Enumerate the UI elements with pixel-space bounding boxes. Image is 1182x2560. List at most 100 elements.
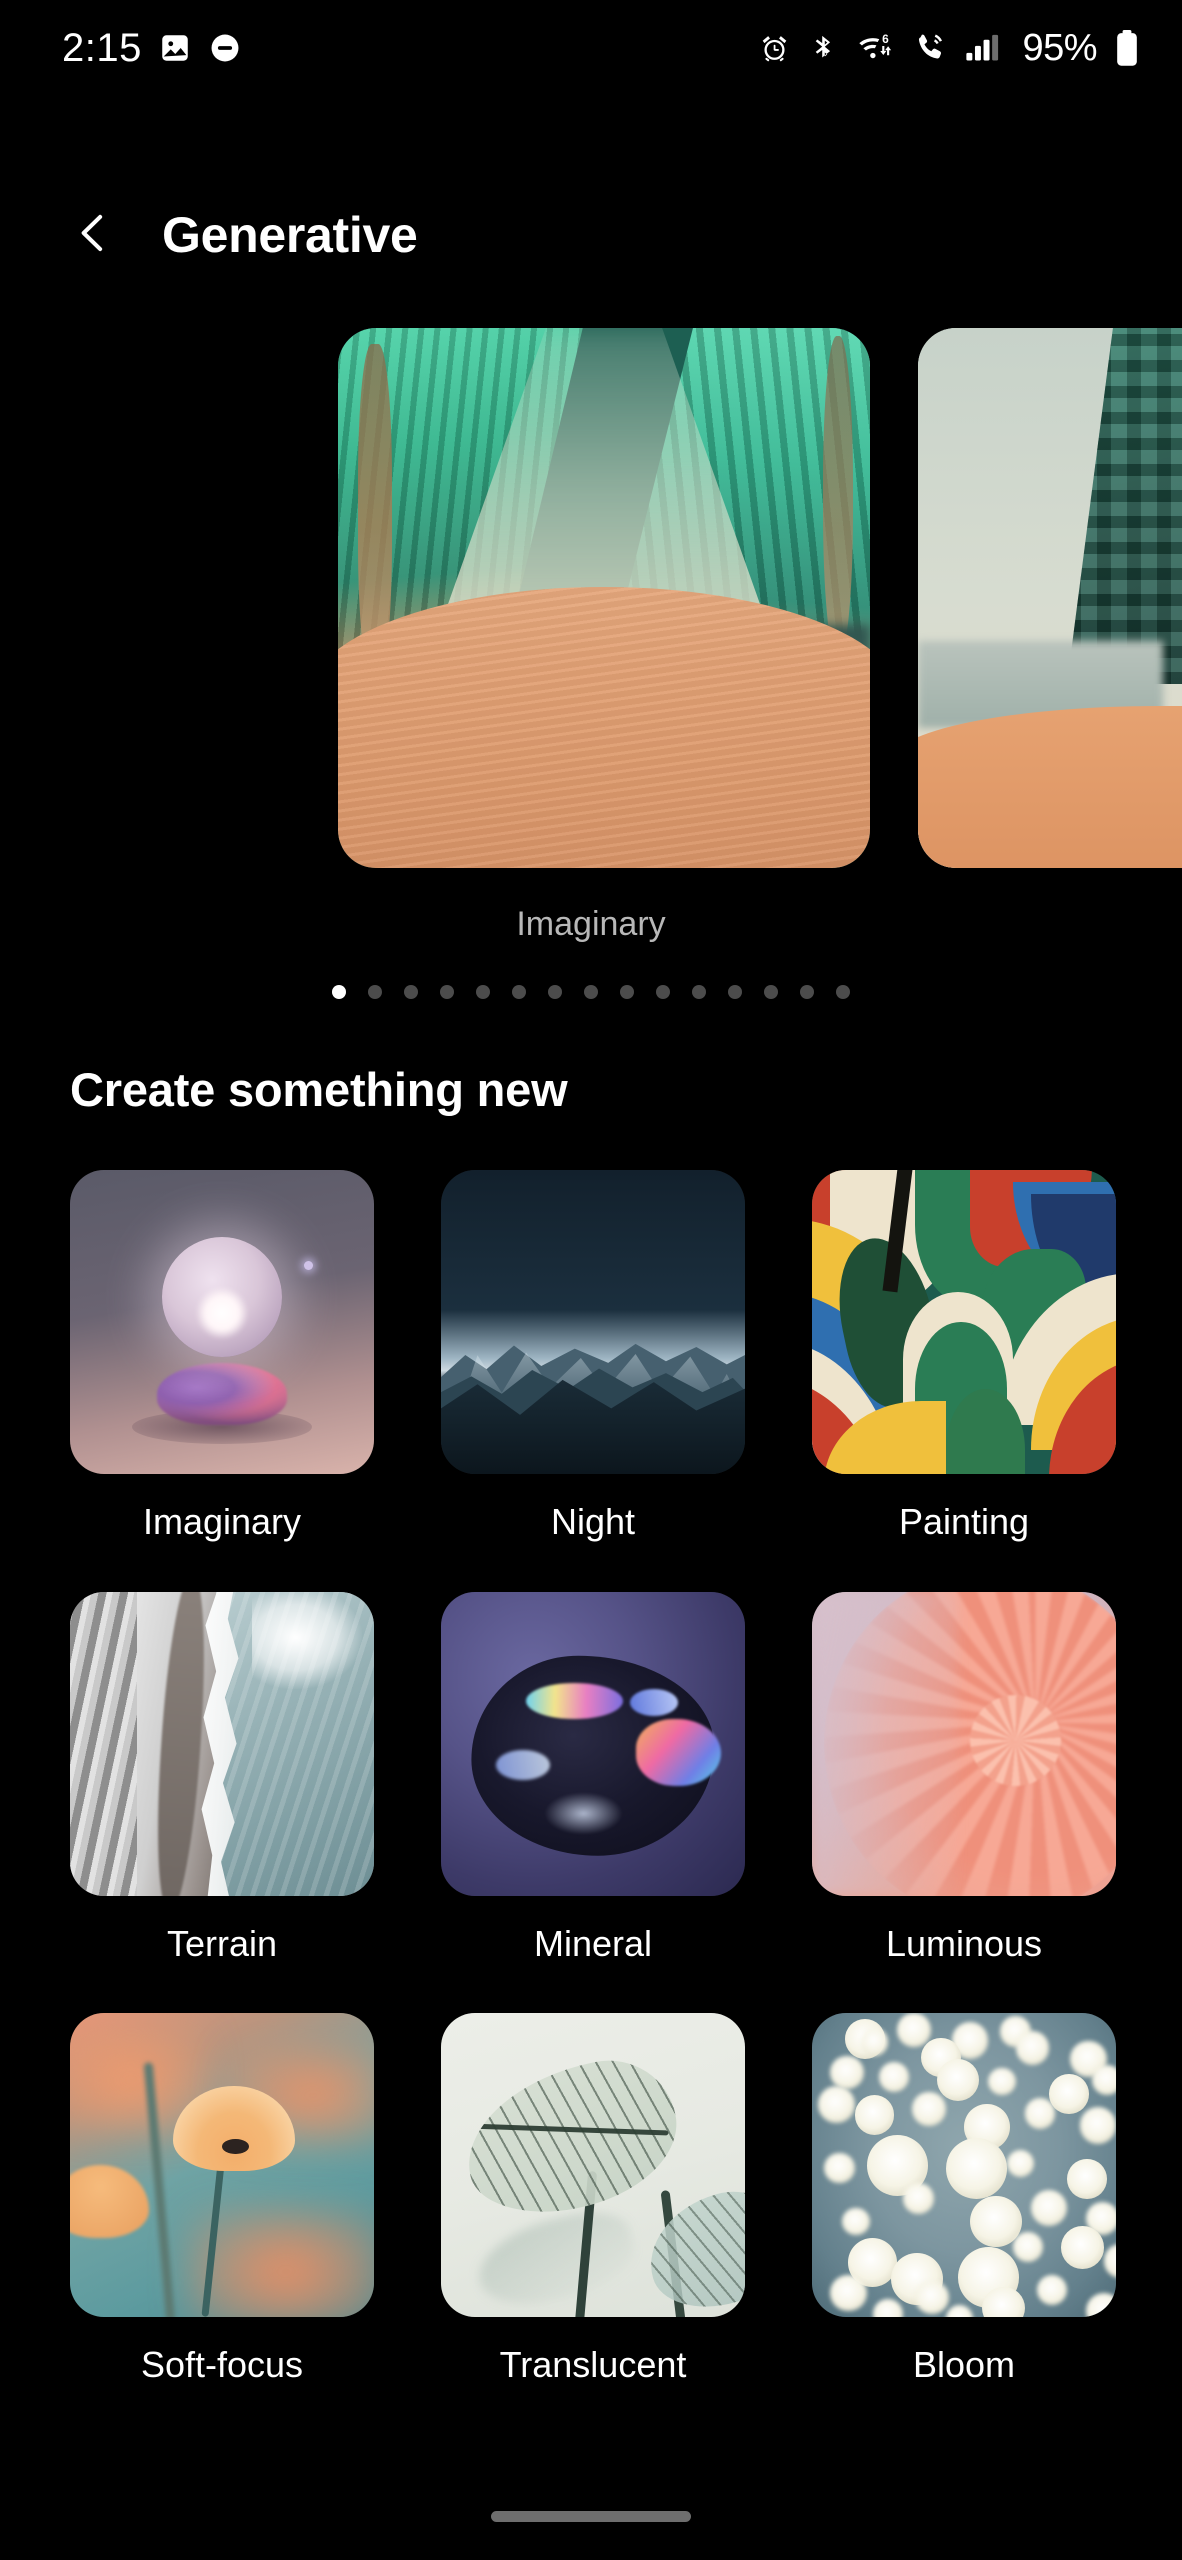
thumbnail-image [812, 1591, 1116, 1896]
grid-item-night[interactable]: Night [441, 1170, 745, 1542]
carousel-dot[interactable] [404, 985, 418, 999]
grid-item-label: Painting [898, 1501, 1030, 1542]
thumbnail-luminous[interactable] [812, 1591, 1116, 1896]
thumbnail-mineral[interactable] [441, 1591, 745, 1896]
status-bar-right: 6 95% [758, 29, 1140, 67]
carousel-dot[interactable] [440, 985, 454, 999]
carousel-preview-image [918, 328, 1182, 868]
chevron-left-icon [71, 210, 117, 261]
bloom-flower [945, 2137, 1007, 2199]
battery-icon [1114, 29, 1140, 67]
bloom-flower [1067, 2159, 1107, 2199]
grid-item-translucent[interactable]: Translucent [441, 2013, 745, 2385]
grid-item-label: Mineral [533, 1922, 653, 1964]
do-not-disturb-icon [208, 31, 242, 65]
alarm-icon [758, 32, 791, 65]
grid-item-label: Night [550, 1501, 636, 1542]
bloom-flower [830, 2274, 867, 2312]
carousel-dot[interactable] [836, 985, 850, 999]
grid-item-label: Translucent [499, 2344, 687, 2386]
bloom-flower [842, 2207, 870, 2236]
carousel-dot[interactable] [332, 985, 346, 999]
carousel-dot[interactable] [800, 985, 814, 999]
bloom-flower [1049, 2073, 1089, 2114]
bloom-flower [988, 2067, 1016, 2096]
battery-percentage: 95% [1022, 27, 1097, 69]
thumbnail-bloom[interactable] [812, 2013, 1116, 2318]
back-button[interactable] [62, 203, 126, 267]
bloom-flower [982, 2286, 1025, 2318]
thumbnail-night[interactable] [441, 1170, 745, 1474]
style-grid: Imaginary Night Painting Terrain Mineral… [70, 1170, 1116, 2385]
grid-item-luminous[interactable]: Luminous [812, 1591, 1116, 1964]
bloom-flower [824, 2153, 855, 2184]
status-clock: 2:15 [62, 26, 142, 70]
bloom-flower [1079, 2107, 1116, 2144]
thumbnail-image [441, 1591, 745, 1896]
carousel-dot[interactable] [728, 985, 742, 999]
svg-text:6: 6 [883, 32, 890, 46]
thumbnail-image [70, 2013, 374, 2318]
thumbnail-painting[interactable] [812, 1170, 1116, 1474]
grid-item-imaginary[interactable]: Imaginary [70, 1170, 374, 1542]
grid-item-soft-focus[interactable]: Soft-focus [70, 2013, 374, 2385]
carousel-dot[interactable] [584, 985, 598, 999]
carousel-dot[interactable] [368, 985, 382, 999]
carousel-dot[interactable] [764, 985, 778, 999]
bloom-flower [936, 2058, 980, 2102]
bloom-flower [1091, 2064, 1116, 2096]
carousel-label: Imaginary [516, 905, 666, 943]
bloom-flower [1012, 2232, 1044, 2263]
grid-item-label: Luminous [885, 1922, 1043, 1964]
grid-item-bloom[interactable]: Bloom [812, 2013, 1116, 2385]
carousel-dot[interactable] [620, 985, 634, 999]
carousel-dot[interactable] [476, 985, 490, 999]
thumbnail-imaginary[interactable] [70, 1170, 374, 1474]
bloom-flower [878, 2061, 910, 2093]
phone-screen: 2:15 6 95% Generative Imaginary Create s… [0, 0, 1182, 2560]
thumbnail-image [812, 1170, 1116, 1474]
carousel-card-imaginary[interactable] [338, 328, 870, 868]
carousel-track[interactable] [338, 328, 1182, 868]
page-title: Generative [162, 207, 418, 263]
bloom-flower [1024, 2098, 1056, 2129]
thumbnail-image [441, 1170, 745, 1474]
carousel-dot[interactable] [512, 985, 526, 999]
bluetooth-icon [808, 33, 839, 64]
grid-item-terrain[interactable]: Terrain [70, 1591, 374, 1964]
bloom-flower [1030, 2189, 1068, 2226]
bloom-flower [830, 2055, 864, 2090]
bloom-flower [915, 2280, 949, 2315]
carousel-dot[interactable] [692, 985, 706, 999]
bloom-flower [1061, 2225, 1104, 2269]
carousel-preview-image [338, 328, 870, 868]
grid-item-mineral[interactable]: Mineral [441, 1591, 745, 1964]
carousel-dot[interactable] [656, 985, 670, 999]
wifi-6-icon: 6 [856, 31, 896, 65]
home-gesture-pill[interactable] [491, 2510, 691, 2522]
grid-item-label: Soft-focus [140, 2344, 304, 2386]
carousel-dot[interactable] [548, 985, 562, 999]
status-bar: 2:15 6 95% [0, 0, 1182, 96]
carousel-card-next[interactable] [918, 328, 1182, 868]
system-nav-bar [0, 2472, 1182, 2560]
bloom-flower [818, 2086, 855, 2123]
bloom-flower [912, 2092, 946, 2126]
bloom-flower [897, 2013, 931, 2047]
wallpaper-carousel[interactable] [0, 328, 1182, 868]
thumbnail-translucent[interactable] [441, 2013, 745, 2318]
bloom-flower [872, 2298, 904, 2318]
grid-item-painting[interactable]: Painting [812, 1170, 1116, 1542]
status-bar-left: 2:15 [62, 28, 242, 68]
thumbnail-image [441, 2013, 745, 2318]
thumbnail-soft-focus[interactable] [70, 2013, 374, 2318]
app-bar: Generative [0, 180, 1182, 290]
cellular-signal-icon [965, 32, 1001, 64]
bloom-flower [1103, 2244, 1116, 2278]
grid-item-label: Bloom [912, 2344, 1016, 2386]
thumbnail-terrain[interactable] [70, 1591, 374, 1896]
grid-item-label: Imaginary [142, 1501, 302, 1542]
bloom-flower [860, 2028, 888, 2056]
carousel-page-dots[interactable] [0, 985, 1182, 999]
volte-call-icon [913, 31, 948, 66]
